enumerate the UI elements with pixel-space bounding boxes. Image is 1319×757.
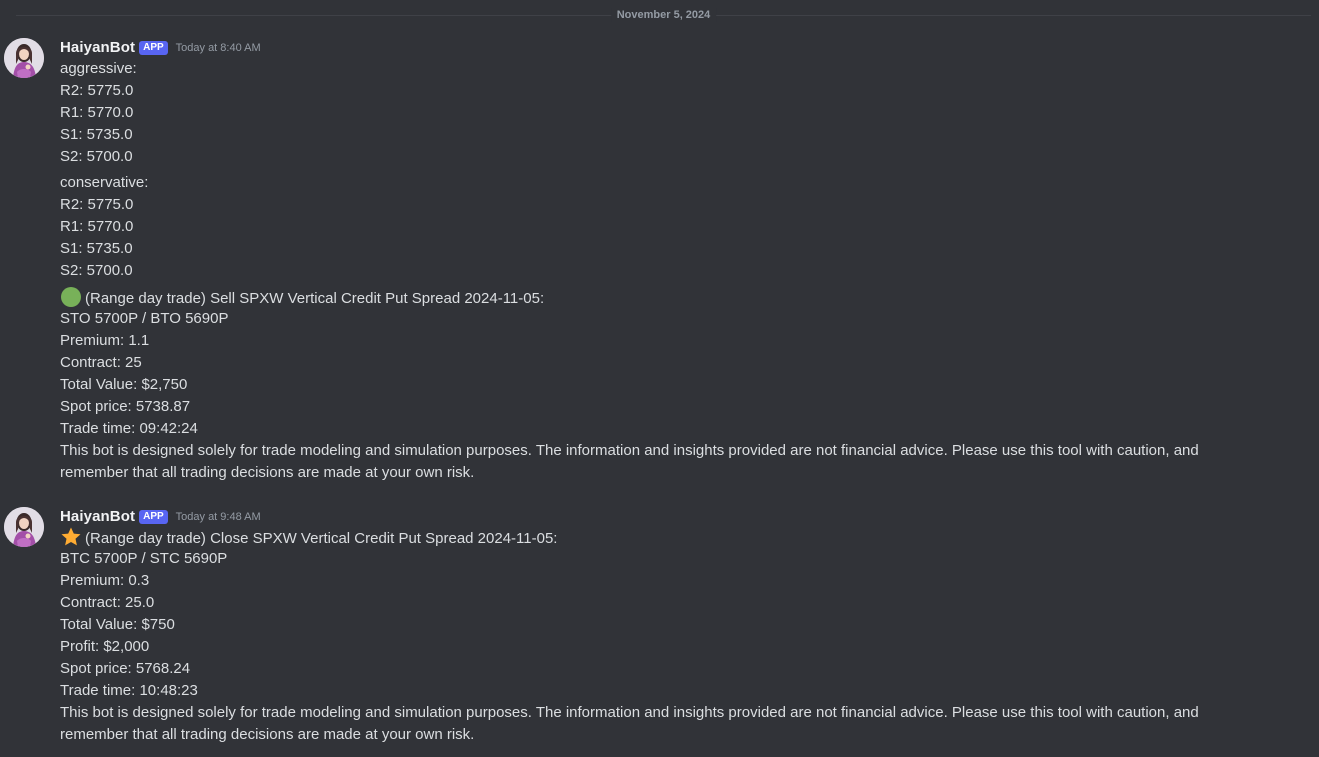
- trade-line: Total Value: $750: [60, 616, 175, 633]
- username[interactable]: HaiyanBot: [60, 39, 135, 56]
- app-badge: APP: [139, 41, 168, 55]
- message-header: HaiyanBot APP Today at 8:40 AM: [60, 38, 261, 56]
- trade-title-line: (Range day trade) Close SPXW Vertical Cr…: [60, 526, 1279, 548]
- disclaimer-line: remember that all trading decisions are …: [60, 464, 475, 481]
- message-content: aggressive: R2: 5775.0 R1: 5770.0 S1: 57…: [60, 58, 1279, 484]
- level-line: S1: 5735.0: [60, 240, 133, 257]
- level-line: S2: 5700.0: [60, 148, 133, 165]
- avatar[interactable]: [4, 507, 44, 547]
- trade-line: Contract: 25.0: [60, 594, 155, 611]
- trade-line: BTC 5700P / STC 5690P: [60, 550, 228, 567]
- trade-line: Total Value: $2,750: [60, 376, 188, 393]
- level-line: S1: 5735.0: [60, 126, 133, 143]
- level-line: R2: 5775.0: [60, 196, 134, 213]
- trade-line: STO 5700P / BTO 5690P: [60, 310, 229, 327]
- date-divider-label: November 5, 2024: [610, 8, 717, 22]
- message-header: HaiyanBot APP Today at 9:48 AM: [60, 507, 261, 525]
- disclaimer-line: This bot is designed solely for trade mo…: [60, 442, 1199, 459]
- trade-line: Spot price: 5738.87: [60, 398, 191, 415]
- trade-title-line: (Range day trade) Sell SPXW Vertical Cre…: [60, 286, 1279, 308]
- level-line: R1: 5770.0: [60, 104, 134, 121]
- trade-title: (Range day trade) Close SPXW Vertical Cr…: [85, 530, 558, 547]
- level-line: R1: 5770.0: [60, 218, 134, 235]
- trade-line: Trade time: 09:42:24: [60, 420, 198, 437]
- level-line: R2: 5775.0: [60, 82, 134, 99]
- section-title: aggressive:: [60, 60, 137, 77]
- star-icon: [61, 527, 81, 546]
- timestamp[interactable]: Today at 9:48 AM: [176, 511, 261, 523]
- green-circle-icon: [61, 287, 81, 307]
- trade-title: (Range day trade) Sell SPXW Vertical Cre…: [85, 290, 545, 307]
- disclaimer-line: remember that all trading decisions are …: [60, 726, 475, 743]
- timestamp[interactable]: Today at 8:40 AM: [176, 42, 261, 54]
- date-divider: November 5, 2024: [16, 8, 1311, 22]
- message-content: (Range day trade) Close SPXW Vertical Cr…: [60, 526, 1279, 746]
- avatar[interactable]: [4, 38, 44, 78]
- trade-line: Premium: 1.1: [60, 332, 150, 349]
- avatar-image: [4, 507, 44, 547]
- section-title: conservative:: [60, 174, 149, 191]
- disclaimer-line: This bot is designed solely for trade mo…: [60, 704, 1199, 721]
- trade-line: Premium: 0.3: [60, 572, 150, 589]
- trade-line: Trade time: 10:48:23: [60, 682, 198, 699]
- username[interactable]: HaiyanBot: [60, 508, 135, 525]
- trade-line: Profit: $2,000: [60, 638, 150, 655]
- level-line: S2: 5700.0: [60, 262, 133, 279]
- trade-line: Spot price: 5768.24: [60, 660, 191, 677]
- trade-line: Contract: 25: [60, 354, 142, 371]
- app-badge: APP: [139, 510, 168, 524]
- avatar-image: [4, 38, 44, 78]
